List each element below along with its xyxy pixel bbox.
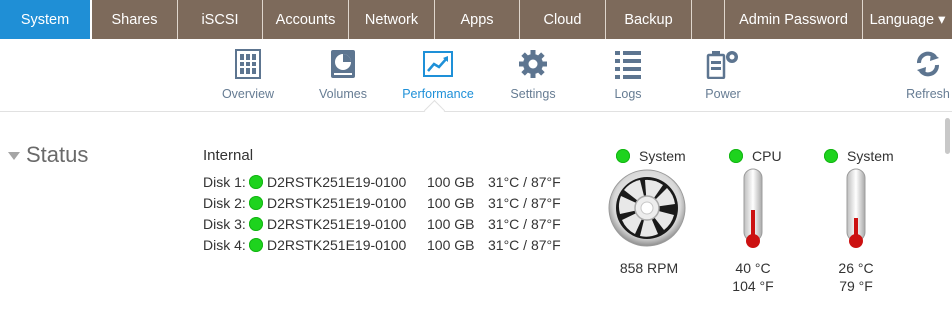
toolbar-settings-label: Settings xyxy=(510,87,556,101)
status-ok-icon xyxy=(729,149,743,163)
disk-temperature: 31°C / 87°F xyxy=(488,216,561,232)
tab-cloud[interactable]: Cloud xyxy=(520,0,606,39)
disk-model: D2RSTK251E19-0100 xyxy=(267,174,407,190)
cpu-sensor-header: CPU xyxy=(729,148,782,164)
disk-row: Disk 1: D2RSTK251E19-0100 100 GB 31°C / … xyxy=(203,171,561,193)
system-temp-celsius: 26 °C xyxy=(838,260,874,276)
tab-network[interactable]: Network xyxy=(349,0,435,39)
toolbar-logs[interactable]: Logs xyxy=(588,49,668,101)
toolbar-power[interactable]: Power xyxy=(683,49,763,101)
status-ok-icon xyxy=(249,196,263,210)
system-temp-sensor-name: System xyxy=(847,148,894,164)
system-temp-sensor-header: System xyxy=(824,148,894,164)
disk-label: Disk 1: xyxy=(203,174,246,190)
disk-row: Disk 3: D2RSTK251E19-0100 100 GB 31°C / … xyxy=(203,213,561,235)
toolbar-volumes-label: Volumes xyxy=(319,87,367,101)
overview-icon xyxy=(235,49,261,79)
fan-sensor-header: System xyxy=(616,148,686,164)
disk-label: Disk 4: xyxy=(203,237,246,253)
status-ok-icon xyxy=(249,238,263,252)
toolbar-overview[interactable]: Overview xyxy=(208,49,288,101)
tab-accounts[interactable]: Accounts xyxy=(263,0,349,39)
system-temp-reading: 26 °C 79 °F xyxy=(821,259,891,295)
toolbar-performance-label: Performance xyxy=(402,87,474,101)
cpu-temp-fahrenheit: 104 °F xyxy=(732,278,774,294)
toolbar-performance[interactable]: Performance xyxy=(398,49,478,101)
disk-label: Disk 2: xyxy=(203,195,246,211)
disk-size: 100 GB xyxy=(427,216,475,232)
tab-apps[interactable]: Apps xyxy=(435,0,520,39)
toolbar-refresh-label: Refresh xyxy=(906,87,950,101)
tab-admin-password[interactable]: Admin Password xyxy=(725,0,863,39)
toolbar-power-label: Power xyxy=(705,87,741,101)
main-tab-bar: System Shares iSCSI Accounts Network App… xyxy=(0,0,952,39)
disk-size: 100 GB xyxy=(427,195,475,211)
performance-icon xyxy=(423,51,453,77)
toolbar-volumes[interactable]: Volumes xyxy=(303,49,383,101)
refresh-icon xyxy=(917,51,939,77)
status-section-toggle[interactable]: Status xyxy=(8,142,88,168)
disk-temperature: 31°C / 87°F xyxy=(488,195,561,211)
thermometer-icon xyxy=(846,168,866,248)
disk-model: D2RSTK251E19-0100 xyxy=(267,216,407,232)
disk-size: 100 GB xyxy=(427,174,475,190)
tab-shares[interactable]: Shares xyxy=(92,0,178,39)
cpu-sensor-name: CPU xyxy=(752,148,782,164)
disk-size: 100 GB xyxy=(427,237,475,253)
status-heading: Status xyxy=(26,142,89,167)
list-icon xyxy=(615,51,641,79)
disk-row: Disk 4: D2RSTK251E19-0100 100 GB 31°C / … xyxy=(203,234,561,256)
collapse-triangle-icon xyxy=(8,152,20,160)
tab-backup[interactable]: Backup xyxy=(606,0,692,39)
toolbar-overview-label: Overview xyxy=(221,87,275,101)
refresh-button[interactable]: Refresh xyxy=(888,49,952,101)
power-icon xyxy=(706,51,738,79)
system-toolbar: Overview Volumes Performance Settings Lo… xyxy=(0,39,952,112)
disk-row: Disk 2: D2RSTK251E19-0100 100 GB 31°C / … xyxy=(203,192,561,214)
disk-temperature: 31°C / 87°F xyxy=(488,237,561,253)
internal-disks-title: Internal xyxy=(203,147,254,164)
tab-iscsi[interactable]: iSCSI xyxy=(178,0,263,39)
thermometer-icon xyxy=(743,168,763,248)
tab-spacer xyxy=(692,0,725,39)
disk-label: Disk 3: xyxy=(203,216,246,232)
fan-rpm-reading: 858 RPM xyxy=(619,260,679,276)
system-temp-fahrenheit: 79 °F xyxy=(839,278,873,294)
tab-system[interactable]: System xyxy=(0,0,92,39)
cpu-temp-reading: 40 °C 104 °F xyxy=(718,259,788,295)
scrollbar-thumb[interactable] xyxy=(945,118,950,154)
gear-icon xyxy=(519,50,547,78)
status-ok-icon xyxy=(249,175,263,189)
language-menu[interactable]: Language ▾ xyxy=(863,0,952,39)
status-ok-icon xyxy=(824,149,838,163)
disk-model: D2RSTK251E19-0100 xyxy=(267,237,407,253)
status-ok-icon xyxy=(249,217,263,231)
disk-temperature: 31°C / 87°F xyxy=(488,174,561,190)
toolbar-settings[interactable]: Settings xyxy=(493,49,573,101)
fan-icon xyxy=(608,169,686,247)
fan-sensor-name: System xyxy=(639,148,686,164)
cpu-temp-celsius: 40 °C xyxy=(735,260,771,276)
volumes-icon xyxy=(331,50,355,78)
toolbar-logs-label: Logs xyxy=(614,87,642,101)
status-ok-icon xyxy=(616,149,630,163)
disk-model: D2RSTK251E19-0100 xyxy=(267,195,407,211)
